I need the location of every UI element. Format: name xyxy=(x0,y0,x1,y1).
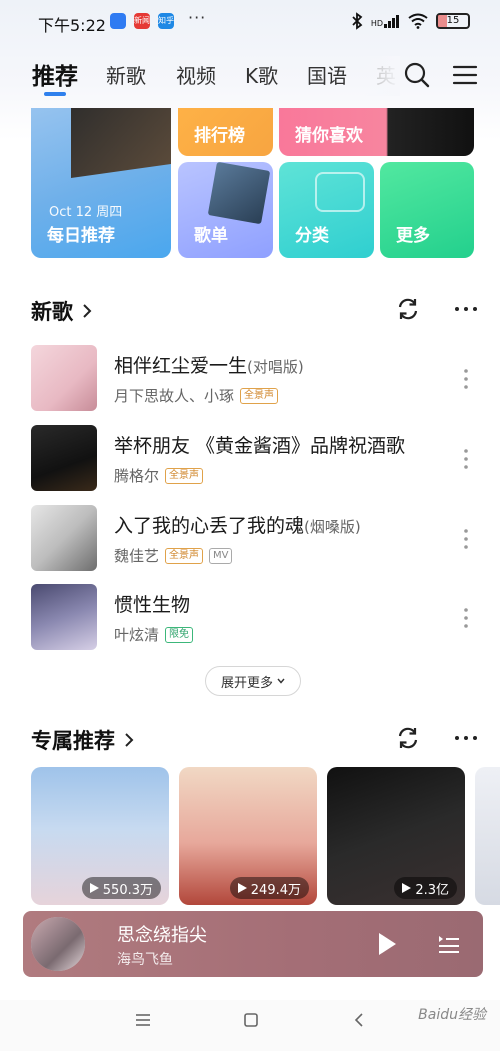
news-app-icon: 新闻 xyxy=(134,13,150,29)
guess-label: 猜你喜欢 xyxy=(295,126,363,146)
tab-new-songs[interactable]: 新歌 xyxy=(106,60,146,89)
play-icon xyxy=(237,883,247,893)
playlist-card[interactable]: 歌单 xyxy=(178,162,273,258)
battery-icon: 15 xyxy=(436,13,470,29)
surround-sound-badge: 全景声 xyxy=(165,547,204,564)
tab-karaoke[interactable]: K歌 xyxy=(245,60,278,89)
song-title: 相伴红尘爱一生(对唱版) xyxy=(114,355,304,377)
refresh-icon[interactable] xyxy=(394,724,422,752)
exclusive-header[interactable]: 专属推荐 xyxy=(31,725,135,755)
tab-recommend[interactable]: 推荐 xyxy=(32,57,78,91)
song-artist-line: 叶炫清 限免 xyxy=(114,624,194,645)
song-title: 入了我的心丢了我的魂(烟嗓版) xyxy=(114,515,361,537)
more-options-icon[interactable] xyxy=(452,724,480,752)
daily-cover-image xyxy=(71,108,171,178)
status-time: 下午5:22 xyxy=(38,16,106,35)
wifi-icon xyxy=(408,13,428,29)
more-notifications-icon: ··· xyxy=(188,8,207,27)
song-more-icon[interactable] xyxy=(460,525,472,553)
category-label: 分类 xyxy=(295,226,329,246)
playlist-icon[interactable] xyxy=(437,932,461,956)
recommend-card[interactable]: 249.4万 xyxy=(179,767,317,905)
watermark: Baidu经验 xyxy=(418,1007,486,1023)
mini-player[interactable]: 思念绕指尖 海鸟飞鱼 xyxy=(23,911,483,977)
song-more-icon[interactable] xyxy=(460,445,472,473)
bluetooth-icon xyxy=(352,12,363,30)
more-card[interactable]: 更多 xyxy=(380,162,474,258)
play-count: 2.3亿 xyxy=(394,877,457,899)
free-badge: 限免 xyxy=(165,626,194,643)
category-icon xyxy=(315,172,365,212)
new-songs-header[interactable]: 新歌 xyxy=(31,296,93,326)
song-cover xyxy=(31,345,97,411)
category-card[interactable]: 分类 xyxy=(279,162,374,258)
song-artist-line: 月下思故人、小琢 全景声 xyxy=(114,385,279,406)
song-title: 举杯朋友 《黄金酱酒》品牌祝酒歌 xyxy=(114,435,406,457)
refresh-icon[interactable] xyxy=(394,295,422,323)
back-icon[interactable] xyxy=(353,1012,365,1028)
chevron-right-icon xyxy=(125,733,134,747)
tab-videos[interactable]: 视频 xyxy=(176,60,216,89)
status-bar: 下午5:22 新闻 知乎 ··· HD 15 xyxy=(0,0,500,44)
menu-icon[interactable] xyxy=(450,60,480,90)
play-icon xyxy=(89,883,99,893)
recommend-card[interactable]: 2.3亿 xyxy=(327,767,465,905)
signal-icon: HD xyxy=(371,14,400,28)
song-more-icon[interactable] xyxy=(460,604,472,632)
surround-sound-badge: 全景声 xyxy=(165,467,204,484)
recommend-card-partial[interactable] xyxy=(475,767,500,905)
guess-you-like-card[interactable]: 猜你喜欢 xyxy=(279,108,474,156)
song-cover xyxy=(31,425,97,491)
song-more-icon[interactable] xyxy=(460,365,472,393)
chevron-right-icon xyxy=(83,304,92,318)
recent-apps-icon[interactable] xyxy=(134,1012,152,1028)
zhihu-app-icon: 知乎 xyxy=(158,13,174,29)
playlist-cover-image xyxy=(207,162,271,225)
more-options-icon[interactable] xyxy=(452,295,480,323)
tab-fade xyxy=(360,56,400,96)
play-count: 550.3万 xyxy=(81,877,161,899)
daily-date: Oct 12 周四 xyxy=(49,205,123,220)
exclusive-title: 专属推荐 xyxy=(31,729,115,753)
active-tab-indicator xyxy=(44,92,66,96)
song-row[interactable]: 惯性生物 叶炫清 限免 xyxy=(0,584,500,654)
search-icon[interactable] xyxy=(402,60,432,90)
new-songs-title: 新歌 xyxy=(31,300,73,324)
player-title: 思念绕指尖 xyxy=(117,925,207,946)
song-row[interactable]: 相伴红尘爱一生(对唱版) 月下思故人、小琢 全景声 xyxy=(0,345,500,415)
song-cover xyxy=(31,584,97,650)
play-icon xyxy=(402,883,412,893)
play-icon[interactable] xyxy=(377,932,397,956)
song-row[interactable]: 入了我的心丢了我的魂(烟嗓版) 魏佳艺 全景声 MV xyxy=(0,505,500,575)
feature-grid: Oct 12 周四 每日推荐 排行榜 猜你喜欢 歌单 分类 更多 xyxy=(0,108,500,258)
player-cover xyxy=(31,917,85,971)
expand-more-button[interactable]: 展开更多 xyxy=(205,666,301,696)
song-artist-line: 魏佳艺 全景声 MV xyxy=(114,545,233,566)
playlist-label: 歌单 xyxy=(194,226,228,246)
more-label: 更多 xyxy=(396,226,430,246)
chevron-down-icon xyxy=(277,678,285,684)
player-artist: 海鸟飞鱼 xyxy=(117,952,173,968)
song-cover xyxy=(31,505,97,571)
mv-badge[interactable]: MV xyxy=(209,547,233,564)
ranking-label: 排行榜 xyxy=(194,126,245,146)
song-artist-line: 腾格尔 全景声 xyxy=(114,465,204,486)
daily-label: 每日推荐 xyxy=(47,226,115,246)
ranking-card[interactable]: 排行榜 xyxy=(178,108,273,156)
recommend-card[interactable]: 550.3万 xyxy=(31,767,169,905)
daily-recommend-card[interactable]: Oct 12 周四 每日推荐 xyxy=(31,108,171,258)
tab-mandarin[interactable]: 国语 xyxy=(307,60,347,89)
home-icon[interactable] xyxy=(243,1012,259,1028)
song-row[interactable]: 举杯朋友 《黄金酱酒》品牌祝酒歌 腾格尔 全景声 xyxy=(0,425,500,495)
message-app-icon xyxy=(110,13,126,29)
surround-sound-badge: 全景声 xyxy=(240,387,279,404)
play-count: 249.4万 xyxy=(229,877,309,899)
song-title: 惯性生物 xyxy=(114,594,191,616)
